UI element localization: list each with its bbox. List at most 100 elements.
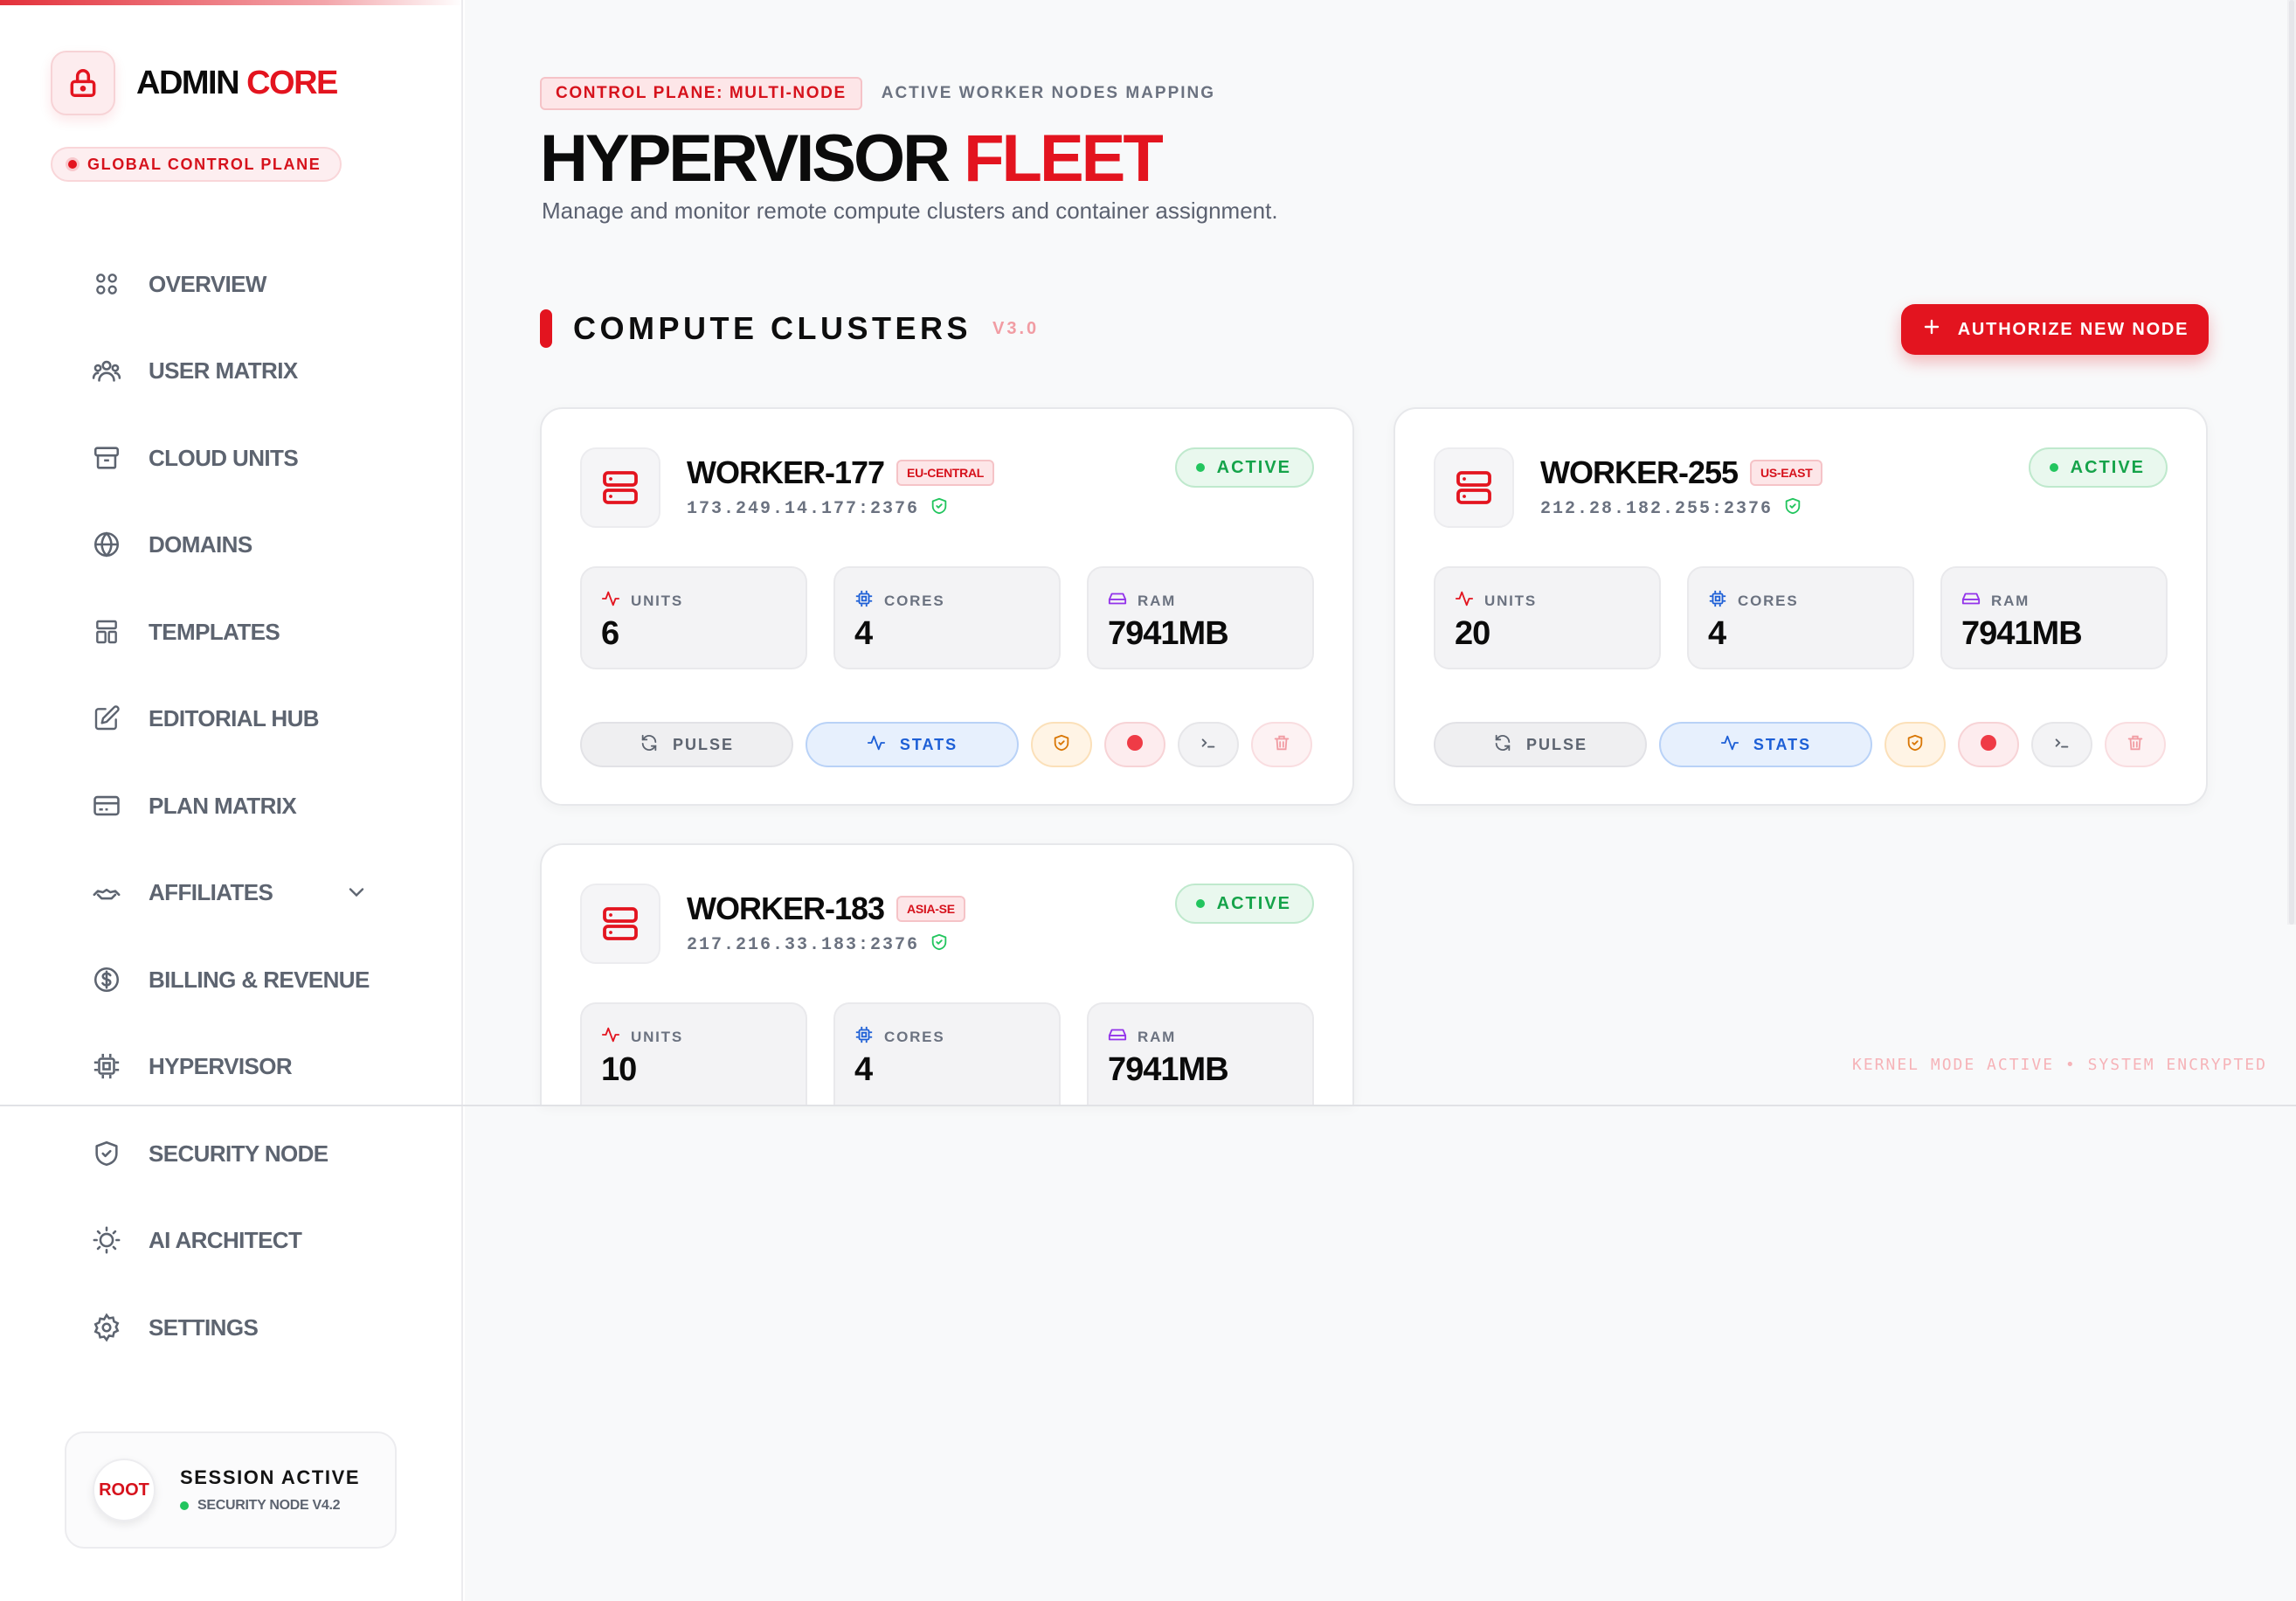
control-plane-badge: CONTROL PLANE: MULTI-NODE [540, 77, 862, 110]
cpu-icon [1708, 589, 1727, 613]
edit-icon [87, 699, 126, 738]
lock-icon [51, 51, 115, 115]
refresh-icon [1493, 733, 1512, 757]
cores-metric: CORES 4 [833, 1002, 1061, 1105]
activity-icon [1455, 589, 1474, 613]
server-icon [580, 884, 660, 964]
activity-icon [601, 589, 620, 613]
activity-icon [867, 733, 886, 757]
grid-icon [87, 265, 126, 303]
ram-metric: RAM 7941MB [1087, 1002, 1314, 1105]
record-icon [1978, 732, 1999, 758]
eyebrow-text: ACTIVE WORKER NODES MAPPING [881, 84, 1216, 102]
session-card[interactable]: ROOT SESSION ACTIVE SECURITY NODE V4.2 [65, 1431, 397, 1549]
brand-name: ADMIN CORE [136, 64, 338, 101]
units-metric: UNITS 10 [580, 1002, 807, 1105]
status-dot [2049, 463, 2058, 472]
sidebar-item-billing-revenue[interactable]: BILLING & REVENUE [87, 953, 384, 1006]
sidebar-item-user-matrix[interactable]: USER MATRIX [87, 344, 384, 397]
page-description: Manage and monitor remote compute cluste… [542, 198, 1278, 224]
plus-icon [1921, 316, 1942, 343]
cpu-icon [87, 1047, 126, 1085]
units-metric: UNITS 20 [1434, 566, 1661, 669]
node-name: WORKER-255 [1540, 454, 1739, 490]
handshake-icon [87, 873, 126, 911]
activity-icon [601, 1025, 620, 1049]
delete-button[interactable] [2105, 722, 2166, 767]
sidebar-item-overview[interactable]: OVERVIEW [87, 258, 384, 310]
verified-shield-icon [930, 932, 949, 958]
status-dot [1195, 463, 1205, 472]
gear-icon [87, 1308, 126, 1347]
shield-button[interactable] [1885, 722, 1946, 767]
session-subtitle: SECURITY NODE V4.2 [180, 1498, 360, 1514]
section-title: COMPUTE CLUSTERS [573, 310, 972, 346]
record-button[interactable] [1104, 722, 1165, 767]
dollar-icon [87, 960, 126, 999]
node-address: 173.249.14.177:2376 [687, 496, 949, 522]
node-name: WORKER-183 [687, 891, 885, 926]
sidebar-item-domains[interactable]: DOMAINS [87, 518, 384, 571]
cores-metric: CORES 4 [1687, 566, 1914, 669]
node-address: 212.28.182.255:2376 [1540, 496, 1802, 522]
pulse-button[interactable]: PULSE [1434, 722, 1647, 767]
refresh-icon [640, 733, 659, 757]
hard-drive-icon [1108, 589, 1127, 613]
section-version: V3.0 [992, 318, 1040, 338]
page-title: HYPERVISOR FLEET [540, 121, 1164, 196]
viewport-divider [0, 1105, 2296, 1106]
node-card[interactable]: WORKER-177 EU-CENTRAL 173.249.14.177:2376… [540, 407, 1354, 806]
brand[interactable]: ADMIN CORE [51, 51, 338, 115]
sidebar-item-hypervisor[interactable]: HYPERVISOR [87, 1040, 384, 1092]
status-dot [68, 160, 77, 169]
delete-button[interactable] [1251, 722, 1312, 767]
section-header: COMPUTE CLUSTERS V3.0 [540, 309, 1039, 348]
session-title: SESSION ACTIVE [180, 1466, 361, 1488]
sidebar-item-security-node[interactable]: SECURITY NODE [87, 1127, 384, 1180]
sidebar: ADMIN CORE GLOBAL CONTROL PLANE OVERVIEW… [0, 0, 463, 1601]
region-badge: US-EAST [1750, 460, 1823, 486]
ram-metric: RAM 7941MB [1087, 566, 1314, 669]
sidebar-item-cloud-units[interactable]: CLOUD UNITS [87, 432, 384, 484]
node-name: WORKER-177 [687, 454, 885, 490]
stats-button[interactable]: STATS [1659, 722, 1872, 767]
scrollbar[interactable] [2287, 0, 2296, 925]
sidebar-item-plan-matrix[interactable]: PLAN MATRIX [87, 780, 384, 832]
hard-drive-icon [1108, 1025, 1127, 1049]
region-badge: ASIA-SE [896, 896, 965, 922]
pulse-button[interactable]: PULSE [580, 722, 793, 767]
shield-icon [1905, 733, 1925, 757]
sidebar-item-affiliates[interactable]: AFFILIATES [87, 866, 384, 918]
sidebar-item-ai-architect[interactable]: AI ARCHITECT [87, 1214, 384, 1266]
cpu-icon [854, 1025, 874, 1049]
chevron-down-icon[interactable] [344, 880, 369, 909]
region-badge: EU-CENTRAL [896, 460, 995, 486]
terminal-button[interactable] [1178, 722, 1239, 767]
shield-icon [1052, 733, 1071, 757]
section-accent-bar [540, 309, 552, 348]
trash-icon [1272, 733, 1291, 757]
authorize-new-node-button[interactable]: AUTHORIZE NEW NODE [1901, 304, 2209, 355]
layout-icon [87, 613, 126, 651]
credit-card-icon [87, 787, 126, 825]
node-card[interactable]: WORKER-255 US-EAST 212.28.182.255:2376 AC… [1394, 407, 2208, 806]
server-icon [1434, 447, 1514, 528]
status-badge: ACTIVE [1174, 884, 1314, 924]
shield-button[interactable] [1031, 722, 1092, 767]
main-content: CONTROL PLANE: MULTI-NODE ACTIVE WORKER … [465, 0, 2296, 1601]
activity-icon [1720, 733, 1739, 757]
sidebar-item-templates[interactable]: TEMPLATES [87, 606, 384, 658]
global-control-plane-badge: GLOBAL CONTROL PLANE [51, 147, 342, 182]
scrollbar-thumb[interactable] [2289, 0, 2294, 925]
stats-button[interactable]: STATS [806, 722, 1019, 767]
sidebar-item-editorial-hub[interactable]: EDITORIAL HUB [87, 692, 384, 745]
cores-metric: CORES 4 [833, 566, 1061, 669]
terminal-button[interactable] [2031, 722, 2092, 767]
record-button[interactable] [1958, 722, 2019, 767]
node-card[interactable]: WORKER-183 ASIA-SE 217.216.33.183:2376 AC… [540, 843, 1354, 1105]
sidebar-item-settings[interactable]: SETTINGS [87, 1301, 384, 1354]
globe-icon [87, 525, 126, 564]
archive-icon [87, 439, 126, 477]
ram-metric: RAM 7941MB [1940, 566, 2168, 669]
page-eyebrow: CONTROL PLANE: MULTI-NODE ACTIVE WORKER … [540, 77, 1215, 110]
